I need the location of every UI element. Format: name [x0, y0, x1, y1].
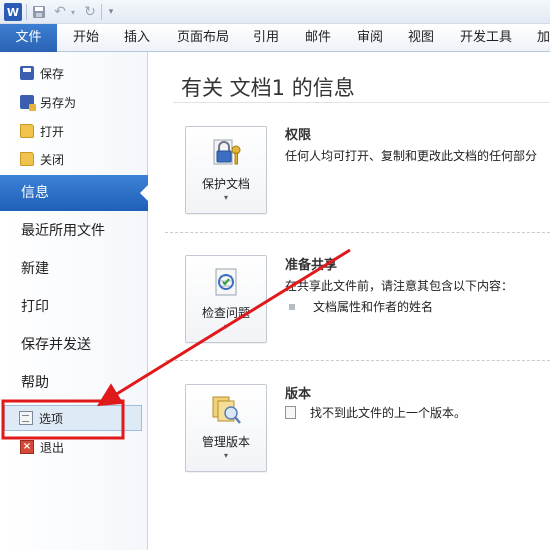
lock-key-icon [210, 137, 244, 169]
word-logo-icon[interactable]: W [4, 3, 22, 21]
prepare-sharing-heading: 准备共享 [285, 258, 338, 273]
customize-quick-access-icon[interactable]: ▾ [106, 3, 116, 21]
tab-view[interactable]: 视图 [408, 24, 434, 52]
chevron-down-icon: ▾ [223, 193, 228, 202]
versions-heading: 版本 [285, 387, 312, 402]
check-for-issues-button[interactable]: 检查问题 ▾ [185, 255, 267, 343]
redo-icon[interactable]: ↻ [82, 3, 98, 21]
open-folder-icon [20, 124, 34, 138]
exit-icon: × [20, 440, 34, 454]
selected-arrow-icon [140, 184, 149, 202]
exit-command[interactable]: × 退出 [0, 434, 146, 460]
chevron-down-icon: ▾ [223, 451, 228, 460]
prepare-sharing-description: 在共享此文件前，请注意其包含以下内容： [285, 279, 514, 293]
tab-file[interactable]: 文件 [0, 24, 57, 52]
save-as-icon [20, 95, 36, 111]
exit-command-label: 退出 [40, 440, 65, 455]
nav-info[interactable]: 信息 [0, 175, 149, 211]
check-for-issues-label: 检查问题 [201, 306, 250, 320]
title-bar: W ↶ ▾ ↻ ▾ [0, 0, 550, 24]
tab-addins[interactable]: 加 [537, 24, 550, 52]
protect-document-button[interactable]: 保护文档 ▾ [185, 126, 267, 214]
list-item-label: 文档属性和作者的姓名 [313, 300, 434, 314]
open-command-label: 打开 [40, 124, 65, 139]
open-command[interactable]: 打开 [0, 118, 146, 144]
tab-home[interactable]: 开始 [73, 24, 99, 52]
page-title: 有关 文档1 的信息 [181, 76, 355, 100]
manage-versions-button[interactable]: 管理版本 ▾ [185, 384, 267, 472]
tab-review[interactable]: 审阅 [357, 24, 383, 52]
inspect-document-icon [210, 266, 244, 298]
section-divider [165, 360, 550, 361]
tab-page-layout[interactable]: 页面布局 [177, 24, 229, 52]
permissions-heading: 权限 [285, 128, 312, 143]
save-as-command-label: 另存为 [40, 95, 77, 110]
undo-dropdown-icon[interactable]: ▾ [68, 3, 78, 21]
tab-mailings[interactable]: 邮件 [305, 24, 331, 52]
tab-insert[interactable]: 插入 [124, 24, 150, 52]
backstage-navigation: 保存 另存为 打开 关闭 信息 最近所用文件 新建 打印 保存并发送 帮助 选项… [0, 52, 149, 550]
versions-status: 找不到此文件的上一个版本。 [310, 406, 467, 420]
options-command[interactable]: 选项 [4, 405, 142, 431]
options-icon [19, 411, 33, 425]
save-as-command[interactable]: 另存为 [0, 89, 146, 115]
close-command-label: 关闭 [40, 152, 65, 167]
versions-icon [210, 395, 244, 427]
tab-developer[interactable]: 开发工具 [460, 24, 512, 52]
toolbar-separator [26, 4, 27, 20]
document-icon [285, 406, 296, 419]
nav-help[interactable]: 帮助 [0, 365, 148, 401]
permissions-description: 任何人均可打开、复制和更改此文档的任何部分 [285, 149, 538, 163]
toolbar-separator [101, 4, 102, 20]
save-icon [20, 66, 34, 80]
close-command[interactable]: 关闭 [0, 146, 146, 172]
close-folder-icon [20, 152, 34, 166]
save-command-label: 保存 [40, 66, 65, 81]
protect-document-label: 保护文档 [201, 177, 250, 191]
ribbon-tab-bar: 文件 开始 插入 页面布局 引用 邮件 审阅 视图 开发工具 加 [0, 24, 550, 52]
list-item: 文档属性和作者的姓名 [289, 298, 433, 315]
manage-versions-label: 管理版本 [201, 435, 250, 449]
chevron-down-icon: ▾ [223, 322, 228, 331]
title-divider [173, 102, 550, 103]
nav-info-label: 信息 [21, 185, 49, 201]
info-page: 有关 文档1 的信息 保护文档 ▾ 权限 任何人均可打开、复制和更改此文档的任何… [149, 52, 550, 550]
options-command-label: 选项 [39, 411, 64, 426]
undo-icon[interactable]: ↶ [52, 3, 68, 21]
nav-print[interactable]: 打印 [0, 289, 148, 325]
section-divider [165, 232, 550, 233]
nav-new[interactable]: 新建 [0, 251, 148, 287]
tab-references[interactable]: 引用 [253, 24, 279, 52]
nav-recent[interactable]: 最近所用文件 [0, 213, 148, 249]
save-icon[interactable] [31, 3, 47, 21]
nav-save-send[interactable]: 保存并发送 [0, 327, 148, 363]
list-item: 找不到此文件的上一个版本。 [285, 404, 466, 421]
bullet-icon [289, 303, 295, 310]
save-command[interactable]: 保存 [0, 60, 146, 86]
